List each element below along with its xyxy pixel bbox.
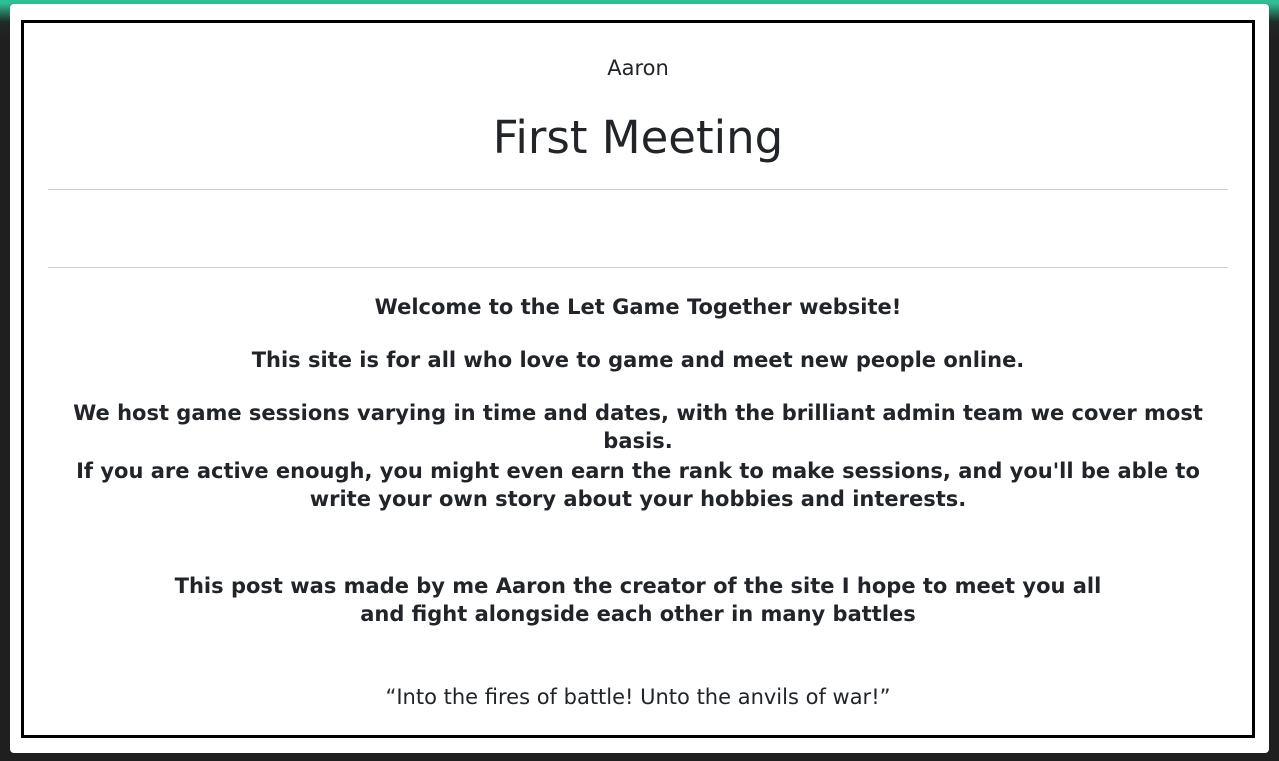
window-frame: Aaron First Meeting Welcome to the Let G…: [0, 0, 1279, 761]
sessions-text: We host game sessions varying in time an…: [73, 401, 1203, 453]
post-author: Aaron: [607, 56, 669, 80]
quote-text: “Into the fires of battle! Unto the anvi…: [385, 685, 891, 709]
page-background: Aaron First Meeting Welcome to the Let G…: [10, 4, 1269, 753]
rank-text: If you are active enough, you might even…: [76, 459, 1200, 511]
post-title: First Meeting: [492, 111, 784, 164]
divider-top: [48, 189, 1228, 190]
welcome-text: Welcome to the Let Game Together website…: [374, 295, 902, 319]
signoff-text: This post was made by me Aaron the creat…: [174, 574, 1102, 626]
divider-bottom: [48, 267, 1228, 268]
post-card: Aaron First Meeting Welcome to the Let G…: [21, 20, 1255, 738]
intro-text: This site is for all who love to game an…: [251, 348, 1025, 372]
